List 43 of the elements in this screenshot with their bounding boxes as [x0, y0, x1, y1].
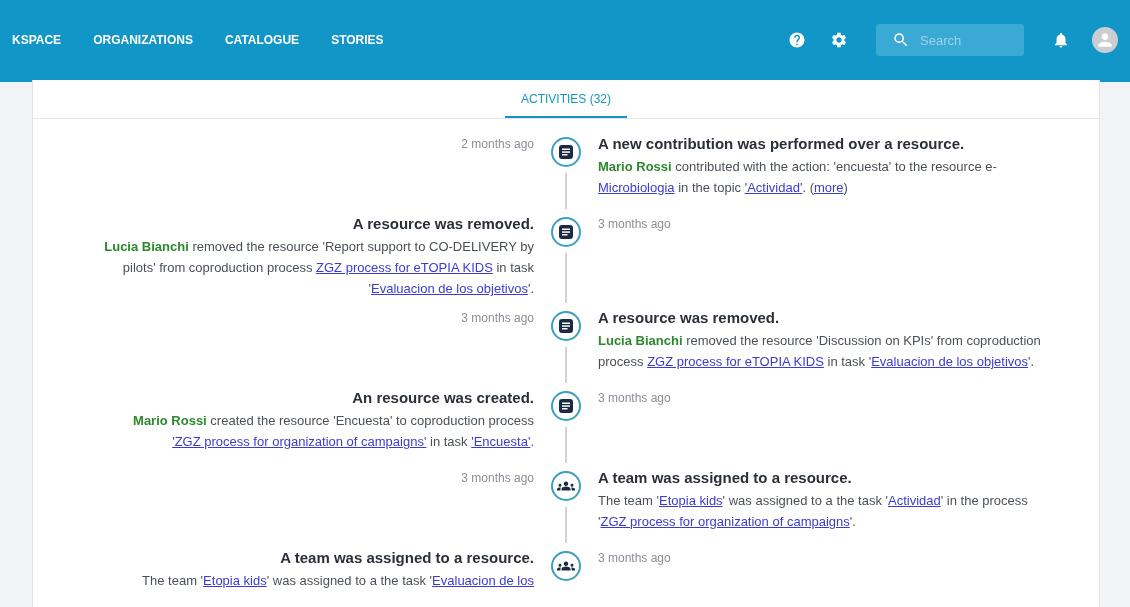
activity-time: 3 months ago: [598, 216, 672, 231]
activity-link[interactable]: Actividad: [888, 493, 941, 508]
activities-tab[interactable]: ACTIVITIES (32): [505, 80, 627, 118]
document-icon: [558, 224, 574, 240]
activity-title: A resource was removed.: [598, 309, 781, 326]
activity-description: The team 'Etopia kids' was assigned to a the task 'Evaluacion de los: [141, 572, 534, 590]
search-icon: [892, 31, 910, 49]
activity-title: A team was assigned to a resource.: [598, 469, 853, 486]
activity-link[interactable]: more: [814, 180, 844, 195]
activity-link[interactable]: ZGZ process for eTOPIA KIDS: [316, 260, 493, 275]
activity-link[interactable]: ZGZ process for eTOPIA KIDS: [647, 354, 824, 369]
activity-link[interactable]: Evaluacion de los objetivos: [371, 281, 528, 296]
help-icon[interactable]: [788, 31, 806, 49]
document-icon: [558, 318, 574, 334]
activity-link[interactable]: Evaluacion de los: [432, 573, 534, 588]
settings-icon[interactable]: [830, 31, 848, 49]
activity-link[interactable]: 'Actividad': [744, 180, 803, 195]
activity-time: 2 months ago: [460, 136, 534, 151]
activity-description: Lucia Bianchi removed the resource 'Discussion on KPIs' from coproduction process ZGZ process for eTOPIA KIDS in task 'Evaluacion de los objetivos'.: [598, 332, 1042, 371]
avatar[interactable]: [1092, 27, 1118, 53]
activity-description: Mario Rossi contributed with the action: 'encuesta' to the resource e- Microbiologia in the topic 'Actividad'. (more): [598, 158, 998, 197]
activity-time: 3 months ago: [460, 470, 534, 485]
document-icon: [558, 144, 574, 160]
activity-time: 3 months ago: [598, 390, 672, 405]
activity-title: A new contribution was performed over a resource.: [598, 135, 966, 152]
activity-link[interactable]: 'Encuesta': [471, 434, 531, 449]
activity-description: Lucia Bianchi removed the resource 'Report support to CO-DELIVERY by pilots' from coproduction process ZGZ process for eTOPIA KIDS in task 'Evaluacion de los objetivos'.: [103, 238, 534, 298]
activity-description: Mario Rossi created the resource 'Encuesta' to coproduction process 'ZGZ process for organization of campaigns' in task 'Encuesta'.: [132, 412, 534, 451]
bell-icon[interactable]: [1052, 31, 1070, 49]
activity-link[interactable]: Microbiologia: [598, 180, 675, 195]
search-field[interactable]: Search: [876, 24, 1024, 56]
activity-link[interactable]: Etopia kids: [659, 493, 723, 508]
activity-description: The team 'Etopia kids' was assigned to a the task 'Actividad' in the process 'ZGZ process for organization of campaigns'.: [598, 492, 1029, 531]
activity-link[interactable]: Evaluacion de los objetivos: [871, 354, 1028, 369]
activity-link[interactable]: 'ZGZ process for organization of campaigns': [172, 434, 427, 449]
activity-time: 3 months ago: [460, 310, 534, 325]
activity-title: A resource was removed.: [351, 215, 534, 232]
activity-title: An resource was created.: [351, 389, 534, 406]
activity-title: A team was assigned to a resource.: [279, 549, 534, 566]
activity-time: 3 months ago: [598, 550, 672, 565]
activity-link[interactable]: Etopia kids: [203, 573, 267, 588]
activity-link[interactable]: ZGZ process for organization of campaigns: [600, 514, 850, 529]
document-icon: [558, 398, 574, 414]
